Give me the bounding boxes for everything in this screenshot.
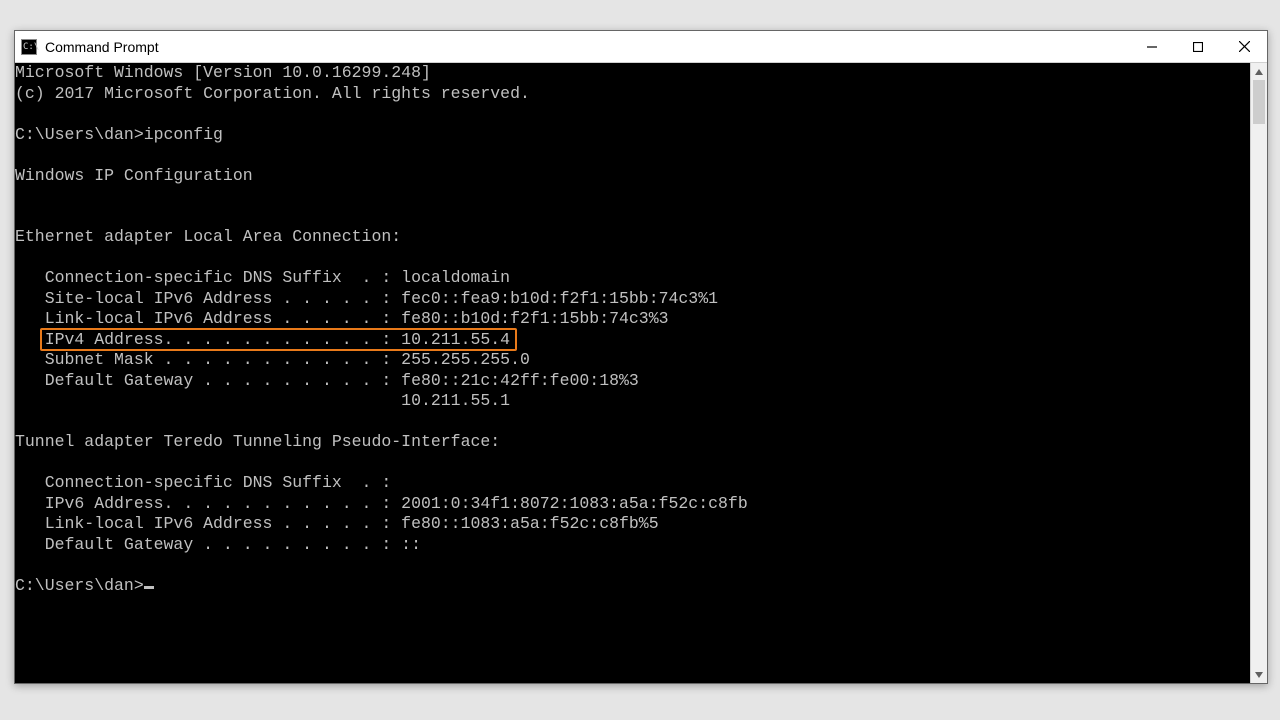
titlebar[interactable]: C:\ Command Prompt [15,31,1267,63]
titlebar-left: C:\ Command Prompt [15,39,159,55]
app-icon: C:\ [21,39,37,55]
terminal-line: Microsoft Windows [Version 10.0.16299.24… [15,63,431,82]
maximize-button[interactable] [1175,31,1221,62]
terminal-line: Windows IP Configuration [15,166,253,185]
scrollbar[interactable] [1250,63,1267,683]
close-button[interactable] [1221,31,1267,62]
terminal-output[interactable]: Microsoft Windows [Version 10.0.16299.24… [15,63,1250,683]
terminal-line: Ethernet adapter Local Area Connection: [15,227,401,246]
terminal-line: Subnet Mask . . . . . . . . . . . : 255.… [15,350,530,369]
terminal-line: Site-local IPv6 Address . . . . . : fec0… [15,289,718,308]
window-title: Command Prompt [45,39,159,55]
cursor [144,586,154,589]
terminal-line: C:\Users\dan> [15,576,144,595]
scroll-up-icon[interactable] [1251,63,1267,80]
terminal-line: Default Gateway . . . . . . . . . : :: [15,535,421,554]
terminal-line: Link-local IPv6 Address . . . . . : fe80… [15,309,669,328]
scroll-down-icon[interactable] [1251,666,1267,683]
terminal-line: IPv6 Address. . . . . . . . . . . : 2001… [15,494,748,513]
maximize-icon [1193,42,1203,52]
terminal-line: (c) 2017 Microsoft Corporation. All righ… [15,84,530,103]
terminal-line: C:\Users\dan>ipconfig [15,125,223,144]
window-controls [1129,31,1267,62]
minimize-button[interactable] [1129,31,1175,62]
terminal-line: Link-local IPv6 Address . . . . . : fe80… [15,514,659,533]
close-icon [1239,41,1250,52]
terminal-wrap: Microsoft Windows [Version 10.0.16299.24… [15,63,1267,683]
terminal-line: Default Gateway . . . . . . . . . : fe80… [15,371,639,390]
terminal-line: IPv4 Address. . . . . . . . . . . : 10.2… [15,330,510,349]
scroll-thumb[interactable] [1253,80,1265,124]
command-prompt-window: C:\ Command Prompt Microsoft Windows [Ve… [14,30,1268,684]
terminal-line: Connection-specific DNS Suffix . : [15,473,391,492]
minimize-icon [1147,42,1157,52]
terminal-line: Tunnel adapter Teredo Tunneling Pseudo-I… [15,432,500,451]
terminal-line: 10.211.55.1 [15,391,510,410]
terminal-line: Connection-specific DNS Suffix . : local… [15,268,510,287]
